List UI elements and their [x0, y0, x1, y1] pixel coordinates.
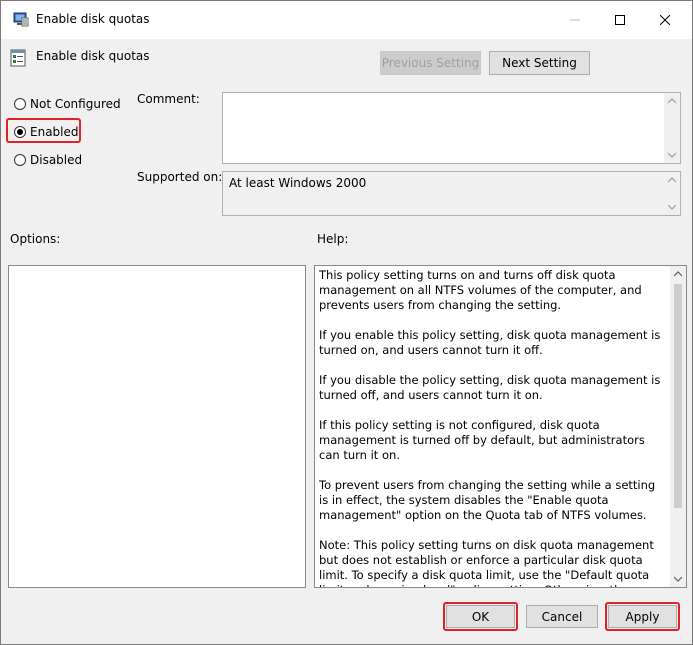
cancel-button[interactable]: Cancel: [526, 605, 598, 628]
minimize-icon: [570, 19, 580, 21]
help-panel: This policy setting turns on and turns o…: [314, 265, 687, 588]
next-setting-button[interactable]: Next Setting: [489, 51, 590, 75]
previous-setting-button[interactable]: Previous Setting: [380, 51, 481, 75]
scroll-down-icon: [674, 576, 682, 582]
maximize-icon: [615, 15, 625, 25]
policy-name: Enable disk quotas: [36, 49, 150, 63]
highlight-enabled: [6, 118, 81, 143]
window-title: Enable disk quotas: [36, 12, 150, 26]
radio-circle[interactable]: [14, 154, 26, 166]
policy-setting-icon: [10, 49, 26, 67]
help-scroll-thumb[interactable]: [674, 284, 682, 508]
radio-label: Not Configured: [30, 97, 121, 111]
title-bar: Enable disk quotas: [1, 1, 692, 39]
help-paragraph: Note: This policy setting turns on disk …: [319, 538, 654, 587]
help-paragraph: If you disable the policy setting, disk …: [319, 373, 661, 402]
scroll-up-icon: [674, 271, 682, 277]
radio-not-configured[interactable]: Not Configured: [14, 97, 121, 111]
supported-on-field: At least Windows 2000: [222, 171, 681, 216]
scroll-down-icon: [668, 152, 676, 158]
policy-dialog: Enable disk quotas Enable disk quotas Pr…: [0, 0, 693, 645]
help-paragraph: If you enable this policy setting, disk …: [319, 328, 661, 357]
radio-circle[interactable]: [14, 98, 26, 110]
scroll-up-icon: [668, 177, 676, 183]
radio-label: Disabled: [30, 153, 83, 167]
highlight-apply: [605, 602, 680, 631]
options-label: Options:: [10, 232, 61, 246]
close-button[interactable]: [642, 1, 688, 39]
help-paragraph: If this policy setting is not configured…: [319, 418, 645, 462]
comment-scrollbar[interactable]: [664, 93, 680, 163]
help-paragraph: To prevent users from changing the setti…: [319, 478, 656, 522]
help-scrollbar[interactable]: [670, 266, 686, 587]
supported-value: At least Windows 2000: [229, 176, 367, 190]
radio-disabled[interactable]: Disabled: [14, 153, 82, 167]
comment-label: Comment:: [137, 92, 200, 106]
scroll-up-icon: [668, 98, 676, 104]
comment-textarea[interactable]: [222, 92, 681, 164]
supported-label: Supported on:: [137, 170, 223, 184]
highlight-ok: [443, 602, 518, 631]
help-paragraph: This policy setting turns on and turns o…: [319, 268, 642, 312]
close-icon: [660, 15, 670, 25]
help-label: Help:: [317, 232, 349, 246]
supported-scrollbar[interactable]: [664, 172, 680, 215]
minimize-button[interactable]: [552, 1, 598, 39]
help-text: This policy setting turns on and turns o…: [319, 268, 667, 587]
policy-computer-icon: [13, 12, 29, 27]
maximize-button[interactable]: [597, 1, 643, 39]
scroll-down-icon: [668, 204, 676, 210]
options-panel: [8, 265, 306, 588]
